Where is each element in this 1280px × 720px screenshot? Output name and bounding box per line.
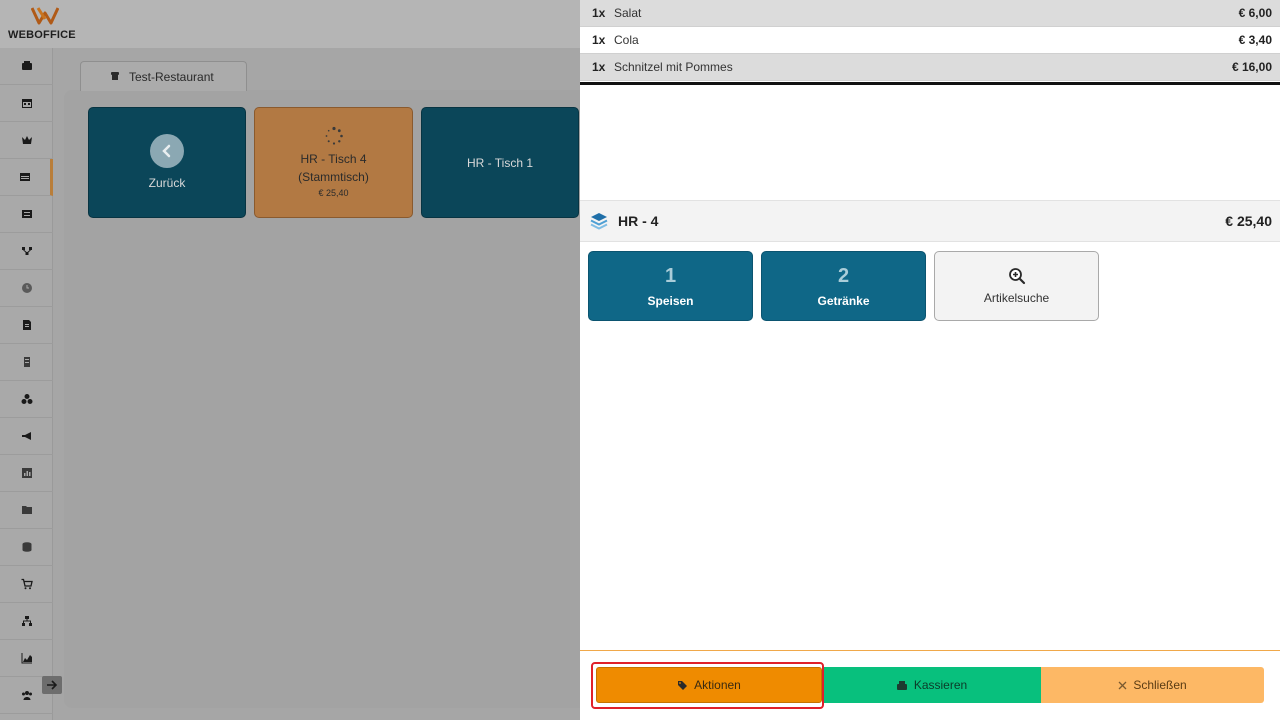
top-bar: WEBOFFICE (0, 0, 580, 48)
order-item-qty: 1x (592, 60, 606, 74)
schliessen-button[interactable]: Schließen (1041, 667, 1264, 703)
document-icon (22, 320, 31, 330)
cart-icon (21, 578, 33, 590)
app-background: WEBOFFICE Test-Restaurant Zurück HR - Ti… (0, 0, 580, 720)
category-label: Getränke (817, 293, 870, 308)
clock-icon (21, 283, 32, 293)
order-panel: 1x Salat € 6,00 1x Cola € 3,40 1x Schnit… (580, 0, 1280, 720)
logo: WEBOFFICE (7, 6, 83, 44)
crown-icon (21, 136, 32, 144)
table-1-name: HR - Tisch 1 (466, 155, 533, 170)
chart-icon (21, 468, 32, 478)
arrow-right-icon (47, 680, 58, 690)
users-icon (21, 691, 32, 700)
sidebar-item-document[interactable] (0, 307, 53, 344)
category-getraenke-button[interactable]: 2 Getränke (761, 251, 926, 321)
order-item-name: Schnitzel mit Pommes (614, 60, 733, 74)
footer-divider (580, 650, 1280, 651)
order-item-price: € 3,40 (1238, 33, 1272, 47)
sidebar-item-database[interactable] (0, 529, 53, 566)
table-tile-4[interactable]: HR - Tisch 4 (Stammtisch) € 25,40 (254, 107, 413, 218)
tab-test-restaurant[interactable]: Test-Restaurant (80, 61, 247, 91)
receipt-icon (23, 357, 30, 367)
order-item-qty: 1x (592, 6, 606, 20)
category-number: 1 (664, 264, 677, 287)
order-item[interactable]: 1x Schnitzel mit Pommes € 16,00 (580, 54, 1280, 81)
order-summary: HR - 4 € 25,40 (580, 200, 1280, 242)
sidebar (0, 48, 53, 720)
layers-icon (590, 213, 608, 230)
sidebar-item-network[interactable] (0, 233, 53, 270)
summary-title: HR - 4 (618, 213, 659, 229)
order-item-price: € 6,00 (1238, 6, 1272, 20)
sidebar-item-cubes[interactable] (0, 381, 53, 418)
table-tile-1[interactable]: HR - Tisch 1 (421, 107, 579, 218)
database-icon (22, 542, 31, 552)
category-label: Speisen (647, 293, 694, 308)
calendar-icon (21, 99, 32, 108)
article-search-button[interactable]: Artikelsuche (934, 251, 1099, 321)
order-item[interactable]: 1x Cola € 3,40 (580, 27, 1280, 54)
network-icon (21, 247, 32, 255)
table-4-price: € 25,40 (318, 187, 349, 198)
close-icon (1118, 681, 1127, 689)
summary-total: € 25,40 (1225, 213, 1272, 229)
list-icon (21, 210, 32, 218)
table-4-subtitle: (Stammtisch) (298, 169, 369, 184)
restaurant-icon (111, 72, 119, 80)
sidebar-item-area-chart[interactable] (0, 640, 53, 677)
sidebar-item-chart[interactable] (0, 455, 53, 492)
sidebar-item-folder[interactable] (0, 492, 53, 529)
megaphone-icon (21, 432, 31, 440)
loading-spinner-icon (325, 126, 343, 145)
category-number: 2 (837, 264, 850, 287)
order-item-price: € 16,00 (1231, 60, 1272, 74)
cash-register-icon (896, 680, 907, 690)
order-list-divider (580, 82, 1280, 85)
sidebar-item-megaphone[interactable] (0, 418, 53, 455)
kassieren-label: Kassieren (913, 678, 968, 692)
area-chart-icon (21, 653, 32, 664)
sidebar-item-tables[interactable] (0, 159, 53, 196)
sidebar-item-calendar[interactable] (0, 85, 53, 122)
register-icon (21, 61, 32, 70)
schliessen-label: Schließen (1133, 678, 1187, 692)
cubes-icon (21, 394, 32, 404)
kassieren-button[interactable]: Kassieren (822, 667, 1041, 703)
focus-highlight (591, 662, 824, 709)
sidebar-item-crown[interactable] (0, 122, 53, 159)
back-arrow-icon (150, 133, 184, 168)
back-tile[interactable]: Zurück (88, 107, 246, 218)
table-4-name: HR - Tisch 4 (300, 151, 367, 166)
sidebar-item-receipt[interactable] (0, 344, 53, 381)
weboffice-logo-icon (31, 7, 59, 25)
zoom-in-icon (1008, 268, 1025, 285)
sidebar-item-clock[interactable] (0, 270, 53, 307)
article-search-label: Artikelsuche (983, 291, 1050, 305)
order-item-name: Salat (614, 6, 642, 20)
back-label: Zurück (148, 175, 186, 190)
sidebar-item-list[interactable] (0, 196, 53, 233)
expand-sidebar-button[interactable] (42, 676, 62, 694)
table-icon (20, 173, 30, 181)
sitemap-icon (21, 616, 32, 626)
folder-icon (21, 506, 32, 514)
sidebar-item-cart[interactable] (0, 566, 53, 603)
tab-label: Test-Restaurant (129, 69, 214, 84)
sidebar-item-register[interactable] (0, 48, 53, 85)
order-item-qty: 1x (592, 33, 606, 47)
order-item[interactable]: 1x Salat € 6,00 (580, 0, 1280, 27)
order-item-name: Cola (614, 33, 639, 47)
category-speisen-button[interactable]: 1 Speisen (588, 251, 753, 321)
sidebar-item-sitemap[interactable] (0, 603, 53, 640)
brand-name: WEBOFFICE (8, 29, 76, 41)
